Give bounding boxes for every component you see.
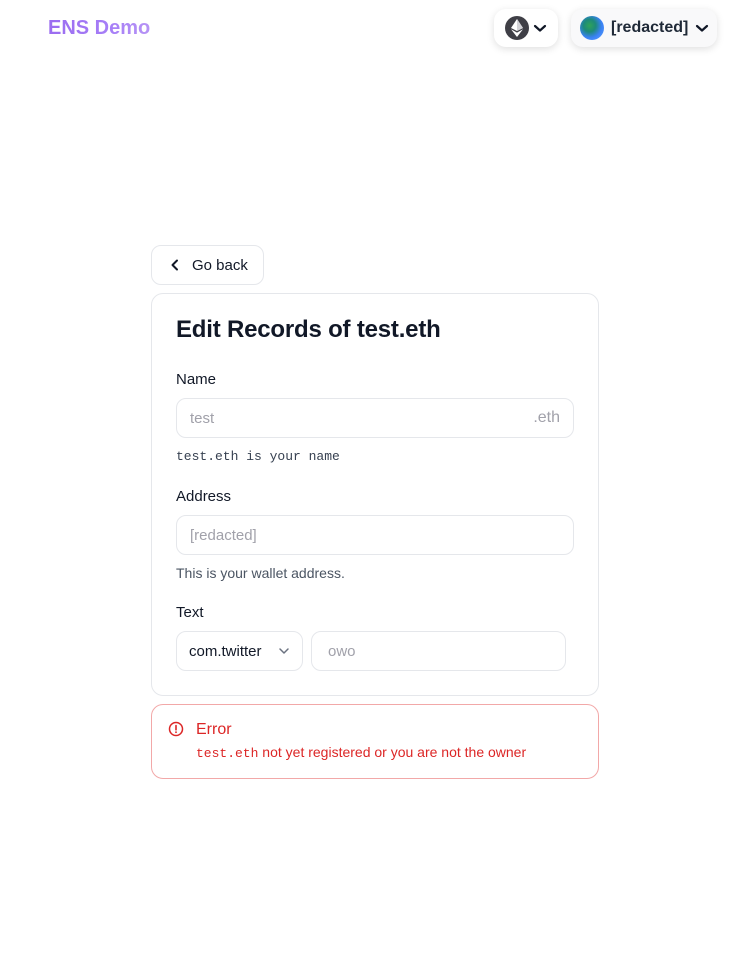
chevron-down-icon: [696, 24, 709, 32]
text-label: Text: [176, 604, 204, 621]
error-alert: Error test.eth not yet registered or you…: [151, 704, 599, 779]
chevron-left-icon: [171, 259, 178, 271]
edit-records-card: Edit Records of test.eth Name .eth test.…: [151, 293, 599, 696]
alert-title: Error: [196, 721, 232, 738]
name-helper-text: test.eth is your name: [176, 449, 340, 464]
chevron-down-icon: [279, 648, 289, 654]
address-field[interactable]: [176, 515, 574, 555]
ethereum-icon: [505, 16, 529, 40]
page-title: Edit Records of test.eth: [176, 316, 441, 343]
account-label: [redacted]: [611, 19, 689, 36]
text-key-selected: com.twitter: [189, 642, 262, 660]
alert-message: test.eth not yet registered or you are n…: [196, 744, 526, 761]
account-button[interactable]: [redacted]: [571, 9, 717, 47]
chevron-down-icon: [533, 24, 547, 32]
name-input[interactable]: [190, 409, 534, 427]
address-helper-text: This is your wallet address.: [176, 565, 345, 581]
name-field[interactable]: .eth: [176, 398, 574, 438]
alert-message-text: not yet registered or you are not the ow…: [258, 744, 527, 760]
eth-suffix: .eth: [533, 409, 560, 426]
avatar: [580, 16, 604, 40]
text-key-select[interactable]: com.twitter: [176, 631, 303, 671]
go-back-label: Go back: [192, 256, 248, 274]
alert-circle-icon: [168, 721, 184, 737]
address-input[interactable]: [190, 526, 560, 544]
text-value-input[interactable]: [328, 642, 549, 660]
alert-message-code: test.eth: [196, 746, 259, 761]
text-value-field[interactable]: [311, 631, 566, 671]
address-label: Address: [176, 488, 232, 505]
go-back-button[interactable]: Go back: [151, 245, 264, 285]
app-brand[interactable]: ENS Demo: [48, 16, 150, 40]
name-label: Name: [176, 371, 217, 388]
network-switch-button[interactable]: [494, 9, 558, 47]
